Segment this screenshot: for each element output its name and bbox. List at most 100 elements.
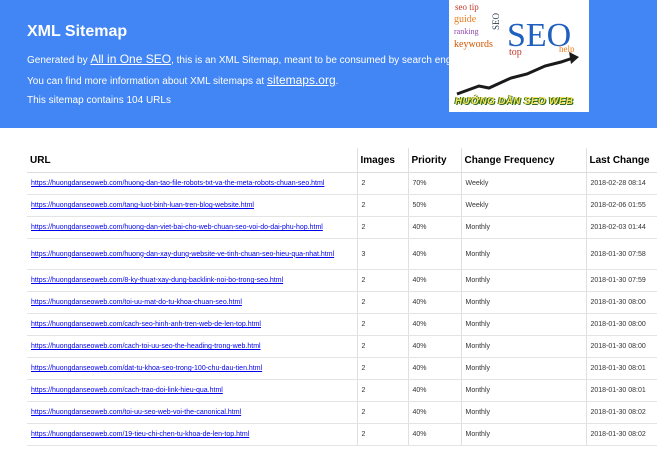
url-cell: https://huongdanseoweb.com/tang-luot-bin… [27,194,358,217]
logo-word: help [559,44,575,54]
url-link[interactable]: https://huongdanseoweb.com/toi-uu-seo-we… [31,409,241,416]
last-change-cell: 2018-01-30 08:02 [586,401,657,424]
col-priority[interactable]: Priority [408,148,462,173]
sitemap-table: URL Images Priority Change Frequency Las… [27,148,657,446]
table-header-row: URL Images Priority Change Frequency Las… [27,148,657,173]
images-cell: 2 [357,357,409,380]
last-change-cell: 2018-02-03 01:44 [586,216,657,239]
table-row: https://huongdanseoweb.com/huong-dan-tao… [27,172,657,195]
url-cell: https://huongdanseoweb.com/cach-toi-uu-s… [27,335,358,358]
frequency-cell: Monthly [461,269,587,292]
page-title: XML Sitemap [27,23,128,40]
images-cell: 2 [357,194,409,217]
frequency-cell: Weekly [461,172,587,195]
frequency-cell: Monthly [461,238,587,270]
last-change-cell: 2018-01-30 07:58 [586,238,657,270]
images-cell: 2 [357,172,409,195]
priority-cell: 40% [408,269,462,292]
url-link[interactable]: https://huongdanseoweb.com/cach-toi-uu-s… [31,343,261,350]
aioseo-link[interactable]: All in One SEO [90,52,171,66]
logo-word: ranking [454,27,478,36]
url-link[interactable]: https://huongdanseoweb.com/19-tieu-chi-c… [31,431,249,438]
images-cell: 2 [357,291,409,314]
table-row: https://huongdanseoweb.com/toi-uu-mat-do… [27,291,657,314]
url-cell: https://huongdanseoweb.com/huong-dan-vie… [27,216,358,239]
frequency-cell: Monthly [461,357,587,380]
priority-cell: 40% [408,357,462,380]
col-url[interactable]: URL [27,148,358,173]
url-cell: https://huongdanseoweb.com/19-tieu-chi-c… [27,423,358,446]
frequency-cell: Monthly [461,423,587,446]
table-row: https://huongdanseoweb.com/tang-luot-bin… [27,194,657,217]
url-link[interactable]: https://huongdanseoweb.com/cach-seo-hinh… [31,321,261,328]
more-info-suffix: . [335,76,339,87]
table-row: https://huongdanseoweb.com/toi-uu-seo-we… [27,401,657,424]
priority-cell: 50% [408,194,462,217]
frequency-cell: Monthly [461,335,587,358]
logo-word: guide [454,14,477,25]
page-header: XML Sitemap Generated by All in One SEO,… [0,0,657,128]
last-change-cell: 2018-01-30 08:00 [586,291,657,314]
images-cell: 2 [357,401,409,424]
table-row: https://huongdanseoweb.com/cach-toi-uu-s… [27,335,657,358]
logo-caption: HƯỚNG DẪN SEO WEB [455,96,574,107]
priority-cell: 40% [408,291,462,314]
url-link[interactable]: https://huongdanseoweb.com/8-ky-thuat-xa… [31,277,283,284]
frequency-cell: Monthly [461,379,587,402]
images-cell: 2 [357,379,409,402]
last-change-cell: 2018-02-28 08:14 [586,172,657,195]
col-change-frequency[interactable]: Change Frequency [461,148,587,173]
priority-cell: 40% [408,379,462,402]
url-cell: https://huongdanseoweb.com/toi-uu-mat-do… [27,291,358,314]
table-row: https://huongdanseoweb.com/cach-trao-doi… [27,379,657,402]
url-link[interactable]: https://huongdanseoweb.com/huong-dan-vie… [31,224,323,231]
table-row: https://huongdanseoweb.com/dat-tu-khoa-s… [27,357,657,380]
images-cell: 2 [357,423,409,446]
generated-prefix: Generated by [27,55,91,66]
url-cell: https://huongdanseoweb.com/dat-tu-khoa-s… [27,357,358,380]
frequency-cell: Monthly [461,401,587,424]
url-cell: https://huongdanseoweb.com/8-ky-thuat-xa… [27,269,358,292]
url-link[interactable]: https://huongdanseoweb.com/dat-tu-khoa-s… [31,365,262,372]
url-link[interactable]: https://huongdanseoweb.com/huong-dan-tao… [31,180,324,187]
priority-cell: 40% [408,401,462,424]
images-cell: 2 [357,269,409,292]
table-row: https://huongdanseoweb.com/cach-seo-hinh… [27,313,657,336]
frequency-cell: Monthly [461,313,587,336]
frequency-cell: Weekly [461,194,587,217]
url-link[interactable]: https://huongdanseoweb.com/huong-dan-xay… [31,251,334,258]
last-change-cell: 2018-01-30 08:01 [586,379,657,402]
url-link[interactable]: https://huongdanseoweb.com/tang-luot-bin… [31,202,254,209]
frequency-cell: Monthly [461,291,587,314]
last-change-cell: 2018-01-30 08:00 [586,335,657,358]
logo-word: keywords [454,39,493,50]
images-cell: 2 [357,335,409,358]
priority-cell: 40% [408,216,462,239]
more-info-prefix: You can find more information about XML … [27,76,267,87]
url-cell: https://huongdanseoweb.com/cach-seo-hinh… [27,313,358,336]
last-change-cell: 2018-01-30 08:01 [586,357,657,380]
logo-word: top [509,47,522,58]
col-last-change[interactable]: Last Change [586,148,657,173]
last-change-cell: 2018-01-30 08:02 [586,423,657,446]
table-row: https://huongdanseoweb.com/huong-dan-xay… [27,238,657,270]
table-row: https://huongdanseoweb.com/huong-dan-vie… [27,216,657,239]
url-cell: https://huongdanseoweb.com/toi-uu-seo-we… [27,401,358,424]
url-cell: https://huongdanseoweb.com/cach-trao-doi… [27,379,358,402]
url-link[interactable]: https://huongdanseoweb.com/cach-trao-doi… [31,387,223,394]
last-change-cell: 2018-01-30 07:59 [586,269,657,292]
url-count-text: This sitemap contains 104 URLs [27,95,171,106]
table-row: https://huongdanseoweb.com/19-tieu-chi-c… [27,423,657,446]
images-cell: 2 [357,313,409,336]
priority-cell: 40% [408,335,462,358]
last-change-cell: 2018-02-06 01:55 [586,194,657,217]
priority-cell: 40% [408,423,462,446]
more-info-text: You can find more information about XML … [27,73,338,87]
frequency-cell: Monthly [461,216,587,239]
url-link[interactable]: https://huongdanseoweb.com/toi-uu-mat-do… [31,299,242,306]
priority-cell: 40% [408,238,462,270]
sitemaps-org-link[interactable]: sitemaps.org [267,73,336,87]
table-row: https://huongdanseoweb.com/8-ky-thuat-xa… [27,269,657,292]
col-images[interactable]: Images [357,148,409,173]
priority-cell: 40% [408,313,462,336]
